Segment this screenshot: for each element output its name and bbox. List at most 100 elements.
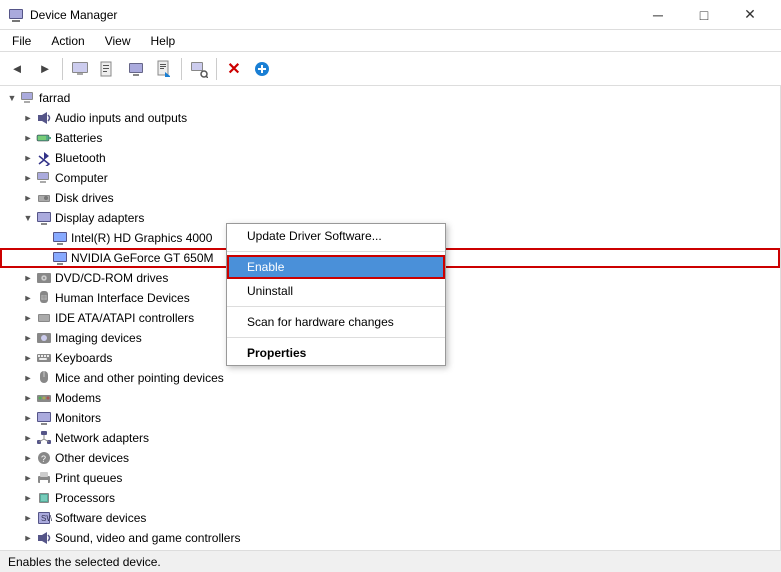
- remove-btn[interactable]: ✕: [221, 56, 247, 82]
- ctx-update-driver[interactable]: Update Driver Software...: [227, 224, 445, 248]
- mouse-icon: [36, 370, 52, 386]
- other-expand[interactable]: ►: [20, 450, 36, 466]
- status-text: Enables the selected device.: [8, 555, 161, 569]
- tree-item-network[interactable]: ► Network adapters: [0, 428, 780, 448]
- batteries-label: Batteries: [55, 131, 102, 145]
- toolbar-sep-1: [62, 58, 63, 80]
- computer-label: Computer: [55, 171, 108, 185]
- ctx-scan[interactable]: Scan for hardware changes: [227, 310, 445, 334]
- processors-expand[interactable]: ►: [20, 490, 36, 506]
- tree-item-other[interactable]: ► ? Other devices: [0, 448, 780, 468]
- tree-item-bluetooth[interactable]: ► Bluetooth: [0, 148, 780, 168]
- ctx-sep-2: [227, 306, 445, 307]
- menu-view[interactable]: View: [97, 32, 139, 50]
- ide-label: IDE ATA/ATAPI controllers: [55, 311, 194, 325]
- disk-label: Disk drives: [55, 191, 114, 205]
- ctx-properties[interactable]: Properties: [227, 341, 445, 365]
- tree-item-print[interactable]: ► Print queues: [0, 468, 780, 488]
- tree-item-disk[interactable]: ► Disk drives: [0, 188, 780, 208]
- device-tree[interactable]: ▼ farrad ► Audio inputs and outputs ► Ba…: [0, 86, 781, 550]
- dvd-expand[interactable]: ►: [20, 270, 36, 286]
- update-driver-btn[interactable]: [151, 56, 177, 82]
- context-menu: Update Driver Software... Enable Uninsta…: [226, 223, 446, 366]
- audio-expand[interactable]: ►: [20, 110, 36, 126]
- nvidia-icon: [52, 250, 68, 266]
- hid-icon: [36, 290, 52, 306]
- imaging-icon: [36, 330, 52, 346]
- title-text: Device Manager: [30, 8, 117, 22]
- monitors-expand[interactable]: ►: [20, 410, 36, 426]
- monitor-btn[interactable]: [123, 56, 149, 82]
- print-icon: [36, 470, 52, 486]
- keyboards-label: Keyboards: [55, 351, 112, 365]
- root-expand-icon[interactable]: ▼: [4, 90, 20, 106]
- properties-btn[interactable]: [95, 56, 121, 82]
- dvd-label: DVD/CD-ROM drives: [55, 271, 168, 285]
- add-btn[interactable]: [249, 56, 275, 82]
- hid-label: Human Interface Devices: [55, 291, 190, 305]
- ctx-sep-1: [227, 251, 445, 252]
- network-label: Network adapters: [55, 431, 149, 445]
- processors-label: Processors: [55, 491, 115, 505]
- tree-item-storage[interactable]: ► Storage controllers: [0, 548, 780, 550]
- computer-expand[interactable]: ►: [20, 170, 36, 186]
- title-bar: Device Manager ─ □ ✕: [0, 0, 781, 30]
- modems-label: Modems: [55, 391, 101, 405]
- network-icon: [36, 430, 52, 446]
- bluetooth-expand[interactable]: ►: [20, 150, 36, 166]
- ctx-sep-3: [227, 337, 445, 338]
- battery-icon: [36, 130, 52, 146]
- tree-item-sound[interactable]: ► Sound, video and game controllers: [0, 528, 780, 548]
- back-button[interactable]: ◄: [4, 56, 30, 82]
- tree-item-batteries[interactable]: ► Batteries: [0, 128, 780, 148]
- display-expand[interactable]: ▼: [20, 210, 36, 226]
- intel-icon: [52, 230, 68, 246]
- ctx-uninstall[interactable]: Uninstall: [227, 279, 445, 303]
- toolbar: ◄ ► ✕: [0, 52, 781, 86]
- menu-action[interactable]: Action: [43, 32, 92, 50]
- menu-help[interactable]: Help: [143, 32, 184, 50]
- imaging-expand[interactable]: ►: [20, 330, 36, 346]
- toolbar-sep-2: [181, 58, 182, 80]
- maximize-button[interactable]: □: [681, 0, 727, 30]
- print-label: Print queues: [55, 471, 122, 485]
- tree-item-monitors[interactable]: ► Monitors: [0, 408, 780, 428]
- batteries-expand[interactable]: ►: [20, 130, 36, 146]
- tree-item-audio[interactable]: ► Audio inputs and outputs: [0, 108, 780, 128]
- keyboards-expand[interactable]: ►: [20, 350, 36, 366]
- forward-button[interactable]: ►: [32, 56, 58, 82]
- imaging-label: Imaging devices: [55, 331, 142, 345]
- tree-item-software[interactable]: ► SW Software devices: [0, 508, 780, 528]
- intel-label: Intel(R) HD Graphics 4000: [71, 231, 212, 245]
- audio-icon: [36, 110, 52, 126]
- sound-expand[interactable]: ►: [20, 530, 36, 546]
- computer-icon-btn[interactable]: [67, 56, 93, 82]
- tree-item-computer[interactable]: ► Computer: [0, 168, 780, 188]
- bluetooth-icon: [36, 150, 52, 166]
- network-expand[interactable]: ►: [20, 430, 36, 446]
- print-expand[interactable]: ►: [20, 470, 36, 486]
- bluetooth-label: Bluetooth: [55, 151, 106, 165]
- hid-expand[interactable]: ►: [20, 290, 36, 306]
- tree-root[interactable]: ▼ farrad: [0, 88, 780, 108]
- tree-item-mice[interactable]: ► Mice and other pointing devices: [0, 368, 780, 388]
- menu-file[interactable]: File: [4, 32, 39, 50]
- toolbar-sep-3: [216, 58, 217, 80]
- disk-icon: [36, 190, 52, 206]
- software-expand[interactable]: ►: [20, 510, 36, 526]
- minimize-button[interactable]: ─: [635, 0, 681, 30]
- sound-icon: [36, 530, 52, 546]
- display-icon: [36, 210, 52, 226]
- ide-expand[interactable]: ►: [20, 310, 36, 326]
- close-button[interactable]: ✕: [727, 0, 773, 30]
- disk-expand[interactable]: ►: [20, 190, 36, 206]
- tree-item-processors[interactable]: ► Processors: [0, 488, 780, 508]
- ctx-enable[interactable]: Enable: [227, 255, 445, 279]
- mice-expand[interactable]: ►: [20, 370, 36, 386]
- svg-text:SW: SW: [41, 514, 52, 523]
- modems-expand[interactable]: ►: [20, 390, 36, 406]
- tree-item-modems[interactable]: ► Modems: [0, 388, 780, 408]
- other-label: Other devices: [55, 451, 129, 465]
- scan-btn[interactable]: [186, 56, 212, 82]
- other-icon: ?: [36, 450, 52, 466]
